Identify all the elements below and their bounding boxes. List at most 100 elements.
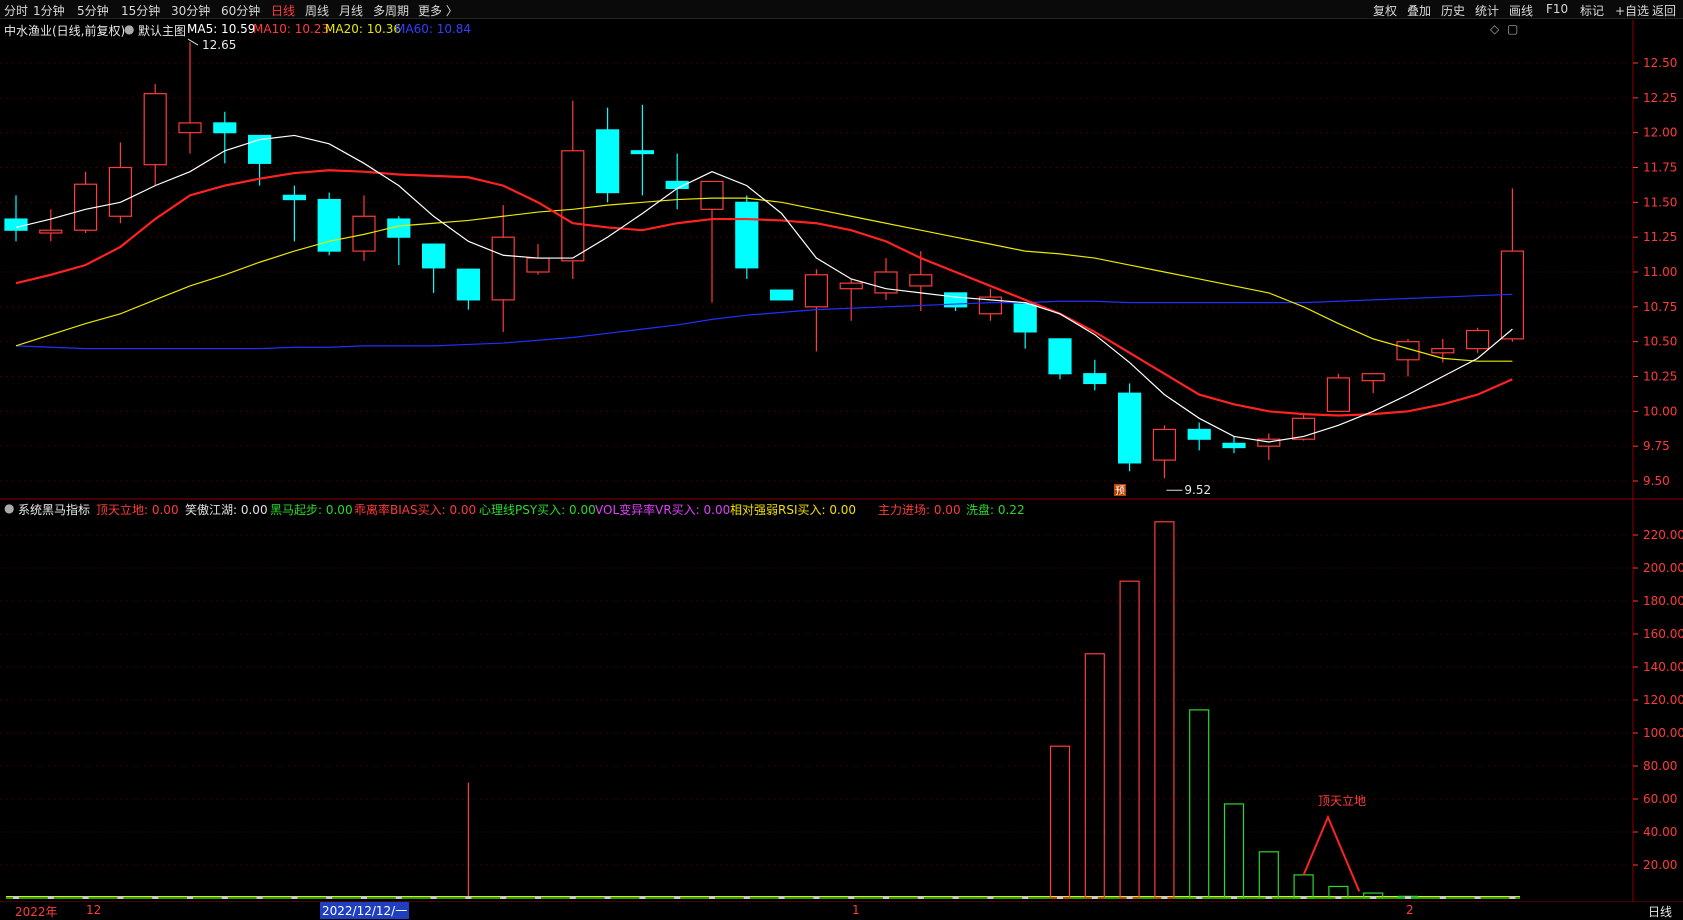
main-tick-label-5: 10.75 bbox=[1643, 300, 1677, 314]
ind-dot-7 bbox=[256, 896, 263, 899]
period-toolbar: 分时 1分钟 5分钟 15分钟 30分钟 60分钟 日线 周线 月线 多周期 更多 〉 复权 叠加 历史统… bbox=[0, 0, 1683, 19]
ind-dot-29 bbox=[1022, 896, 1029, 899]
candle-body-39 bbox=[1361, 373, 1385, 382]
toolbar-button-0[interactable]: 复权 bbox=[1373, 2, 1397, 19]
ind-dot-40 bbox=[1405, 896, 1411, 899]
ind-tick-label-0: 20.00 bbox=[1643, 858, 1677, 872]
period-tab-0[interactable]: 分时 bbox=[4, 2, 28, 19]
low-label: 9.52 bbox=[1184, 483, 1211, 497]
main-tick-label-2: 10.00 bbox=[1643, 404, 1677, 418]
ind-dot-8 bbox=[291, 896, 298, 899]
template-label[interactable]: 默认主图 bbox=[138, 22, 186, 39]
kline-chart[interactable]: 9.509.7510.0010.2510.5010.7511.0011.2511… bbox=[0, 0, 1683, 918]
ind-dot-10 bbox=[361, 896, 367, 899]
candle-body-21 bbox=[735, 201, 759, 269]
period-tab-8[interactable]: 月线 bbox=[339, 2, 363, 19]
ind-dot-42 bbox=[1474, 896, 1481, 899]
period-label: 日线 bbox=[1648, 905, 1673, 919]
ind-dot-30 bbox=[1057, 896, 1063, 899]
ind-tick-label-1: 40.00 bbox=[1643, 825, 1677, 839]
candle-body-24 bbox=[839, 282, 863, 290]
date-month-2: 2 bbox=[1406, 903, 1414, 917]
ind-dot-19 bbox=[674, 896, 681, 899]
candle-body-14 bbox=[491, 236, 515, 301]
toolbar-button-5[interactable]: F10 bbox=[1546, 2, 1568, 16]
main-tick-label-10: 12.00 bbox=[1643, 126, 1677, 140]
toolbar-button-6[interactable]: 标记 bbox=[1580, 2, 1604, 19]
ind-dot-22 bbox=[778, 896, 785, 899]
ind-bar-40 bbox=[1397, 895, 1419, 899]
candle-body-26 bbox=[909, 274, 933, 287]
candle-body-42 bbox=[1465, 329, 1490, 350]
period-tab-4[interactable]: 30分钟 bbox=[171, 2, 210, 19]
ind-dot-36 bbox=[1265, 896, 1272, 899]
date-month-1: 1 bbox=[852, 903, 860, 917]
period-tab-3[interactable]: 15分钟 bbox=[121, 2, 160, 19]
ind-tick-label-4: 100.00 bbox=[1643, 726, 1683, 740]
ind-dot-23 bbox=[813, 896, 820, 899]
period-tab-5[interactable]: 60分钟 bbox=[221, 2, 260, 19]
period-tab-10[interactable]: 更多 〉 bbox=[418, 2, 458, 19]
stock-title: 中水渔业(日线,前复权) bbox=[4, 24, 126, 38]
ind-dot-27 bbox=[952, 896, 959, 899]
ind-dot-35 bbox=[1231, 896, 1237, 899]
ind-bar-35 bbox=[1223, 803, 1245, 899]
ind-dot-34 bbox=[1196, 896, 1203, 899]
main-tick-label-7: 11.25 bbox=[1643, 230, 1677, 244]
ind-dot-16 bbox=[569, 896, 576, 899]
main-tick-label-9: 11.75 bbox=[1643, 161, 1677, 175]
ind-dot-39 bbox=[1370, 896, 1377, 899]
period-tab-2[interactable]: 5分钟 bbox=[77, 2, 109, 19]
candle-body-3 bbox=[108, 166, 133, 217]
candle-body-28 bbox=[978, 296, 1003, 315]
candle-body-8 bbox=[282, 194, 306, 201]
ma5-line bbox=[15, 134, 1513, 443]
indicator-value-2: 黑马起步: 0.00 bbox=[270, 503, 353, 517]
ind-dot-17 bbox=[604, 896, 611, 899]
toolbar-button-7[interactable]: +自选 bbox=[1615, 2, 1649, 19]
ind-tick-label-6: 140.00 bbox=[1643, 660, 1683, 674]
ind-dot-31 bbox=[1091, 896, 1098, 899]
period-tab-7[interactable]: 周线 bbox=[305, 2, 329, 19]
pre-badge bbox=[1114, 484, 1126, 496]
date-selected[interactable]: 2022/12/12/一 bbox=[320, 902, 410, 919]
period-tab-6[interactable]: 日线 bbox=[271, 2, 295, 19]
ind-dot-26 bbox=[917, 896, 924, 899]
ind-dot-14 bbox=[500, 896, 507, 899]
indicator-collapse-icon[interactable]: ● bbox=[4, 501, 14, 515]
ind-dot-13 bbox=[465, 896, 472, 899]
candle-body-20 bbox=[700, 180, 724, 210]
candle-body-12 bbox=[422, 243, 446, 269]
ind-bar-34 bbox=[1189, 709, 1210, 899]
collapse-icon[interactable]: ● bbox=[124, 22, 134, 36]
toolbar-button-3[interactable]: 统计 bbox=[1475, 2, 1499, 19]
indicator-name[interactable]: 系统黑马指标 bbox=[18, 501, 90, 518]
candle-body-30 bbox=[1048, 338, 1072, 375]
main-tick-label-6: 11.00 bbox=[1643, 265, 1677, 279]
ind-dot-24 bbox=[848, 896, 855, 899]
candle-body-7 bbox=[248, 134, 272, 164]
diamond-icon[interactable]: ◇ bbox=[1490, 22, 1499, 36]
toolbar-button-2[interactable]: 历史 bbox=[1441, 2, 1465, 19]
candle-body-18 bbox=[630, 150, 655, 155]
candle-body-40 bbox=[1396, 341, 1420, 361]
period-tab-1[interactable]: 1分钟 bbox=[33, 2, 65, 19]
candle-body-10 bbox=[352, 215, 376, 252]
candle-body-43 bbox=[1500, 250, 1525, 340]
toolbar-button-1[interactable]: 叠加 bbox=[1407, 2, 1431, 19]
date-month-12: 12 bbox=[86, 903, 102, 917]
settings-icon[interactable]: ▢ bbox=[1507, 22, 1518, 36]
toolbar-button-8[interactable]: 返回 bbox=[1652, 2, 1676, 19]
indicator-value-4: 心理线PSY买入: 0.00 bbox=[479, 503, 596, 517]
ind-dot-3 bbox=[117, 896, 124, 899]
candle-body-5 bbox=[178, 122, 202, 134]
period-tab-9[interactable]: 多周期 bbox=[373, 2, 409, 19]
candle-body-4 bbox=[143, 93, 167, 166]
ma60-label: MA60: 10.84 bbox=[395, 22, 472, 36]
ind-dot-28 bbox=[987, 896, 994, 899]
indicator-value-5: VOL变异率VR买入: 0.00 bbox=[595, 503, 731, 517]
pre-badge-label: 预 bbox=[1115, 485, 1125, 497]
candle-body-31 bbox=[1083, 373, 1107, 385]
date-year: 2022年 bbox=[15, 905, 58, 919]
toolbar-button-4[interactable]: 画线 bbox=[1509, 2, 1533, 19]
